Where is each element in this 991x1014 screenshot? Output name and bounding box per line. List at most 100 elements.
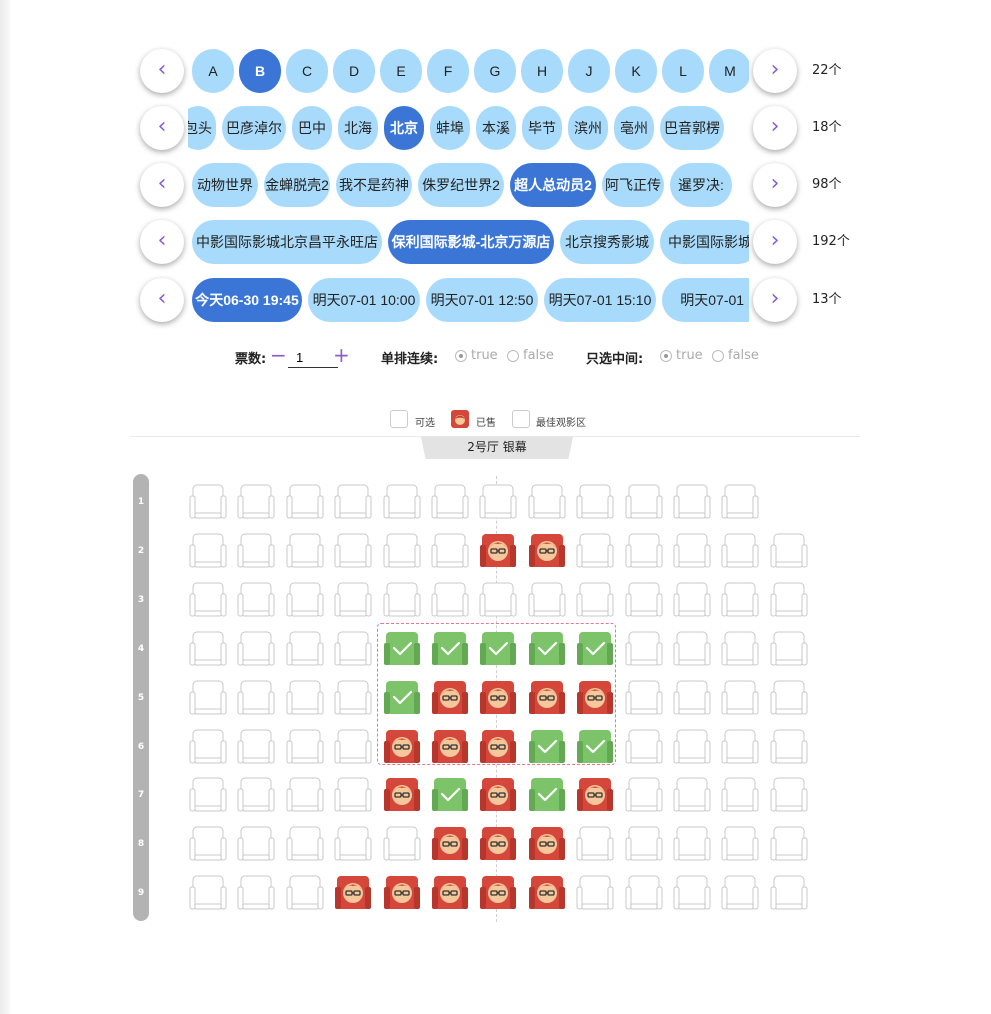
available-seat[interactable]: [625, 533, 663, 569]
showtime-option[interactable]: 明天07-01 1: [662, 278, 749, 322]
available-seat[interactable]: [237, 777, 275, 813]
chevron-left-icon[interactable]: ‹: [140, 106, 184, 150]
available-seat[interactable]: [479, 484, 517, 520]
letter-option[interactable]: F: [427, 49, 469, 93]
available-seat[interactable]: [673, 777, 711, 813]
selected-seat[interactable]: [528, 777, 566, 813]
showtime-option[interactable]: 明天07-01 10:00: [308, 278, 420, 322]
city-option[interactable]: 巴中: [292, 106, 332, 150]
available-seat[interactable]: [237, 484, 275, 520]
middle-false-radio[interactable]: [712, 350, 724, 362]
movie-option[interactable]: 金蝉脱壳2: [264, 163, 330, 207]
available-seat[interactable]: [625, 680, 663, 716]
cinema-option[interactable]: 北京搜秀影城: [560, 220, 654, 264]
chevron-left-icon[interactable]: ‹: [140, 163, 184, 207]
chevron-right-icon[interactable]: ›: [753, 106, 797, 150]
ticket-quantity-input[interactable]: [288, 347, 338, 368]
available-seat[interactable]: [237, 729, 275, 765]
available-seat[interactable]: [286, 533, 324, 569]
chevron-right-icon[interactable]: ›: [753, 163, 797, 207]
available-seat[interactable]: [625, 826, 663, 862]
cinema-option[interactable]: 保利国际影城-北京万源店: [388, 220, 554, 264]
city-option[interactable]: 巴彦淖尔: [222, 106, 286, 150]
letter-option[interactable]: K: [615, 49, 657, 93]
city-option[interactable]: 巴音郭楞: [660, 106, 724, 150]
available-seat[interactable]: [237, 533, 275, 569]
available-seat[interactable]: [673, 533, 711, 569]
available-seat[interactable]: [286, 582, 324, 618]
city-option[interactable]: 北京: [384, 106, 424, 150]
chevron-right-icon[interactable]: ›: [753, 220, 797, 264]
available-seat[interactable]: [334, 826, 372, 862]
available-seat[interactable]: [721, 826, 759, 862]
plus-icon[interactable]: +: [333, 344, 350, 366]
available-seat[interactable]: [673, 729, 711, 765]
available-seat[interactable]: [625, 582, 663, 618]
available-seat[interactable]: [673, 631, 711, 667]
chevron-left-icon[interactable]: ‹: [140, 278, 184, 322]
available-seat[interactable]: [721, 533, 759, 569]
available-seat[interactable]: [383, 533, 421, 569]
minus-icon[interactable]: −: [270, 344, 287, 366]
city-option[interactable]: 本溪: [476, 106, 516, 150]
showtime-option[interactable]: 明天07-01 12:50: [426, 278, 538, 322]
available-seat[interactable]: [528, 484, 566, 520]
available-seat[interactable]: [576, 484, 614, 520]
letter-option[interactable]: A: [192, 49, 234, 93]
available-seat[interactable]: [721, 631, 759, 667]
available-seat[interactable]: [721, 777, 759, 813]
available-seat[interactable]: [383, 826, 421, 862]
available-seat[interactable]: [479, 582, 517, 618]
available-seat[interactable]: [673, 826, 711, 862]
available-seat[interactable]: [286, 777, 324, 813]
available-seat[interactable]: [770, 875, 808, 911]
available-seat[interactable]: [625, 729, 663, 765]
available-seat[interactable]: [673, 875, 711, 911]
available-seat[interactable]: [189, 875, 227, 911]
letter-option[interactable]: J: [568, 49, 610, 93]
available-seat[interactable]: [576, 533, 614, 569]
letter-option[interactable]: D: [333, 49, 375, 93]
movie-option[interactable]: 超人总动员2: [510, 163, 596, 207]
available-seat[interactable]: [189, 582, 227, 618]
middle-false-text[interactable]: false: [728, 348, 759, 363]
letter-option[interactable]: G: [474, 49, 516, 93]
city-option[interactable]: 毕节: [522, 106, 562, 150]
available-seat[interactable]: [576, 826, 614, 862]
available-seat[interactable]: [770, 777, 808, 813]
middle-true-text[interactable]: true: [676, 348, 703, 363]
available-seat[interactable]: [189, 631, 227, 667]
available-seat[interactable]: [189, 533, 227, 569]
available-seat[interactable]: [334, 729, 372, 765]
available-seat[interactable]: [625, 777, 663, 813]
available-seat[interactable]: [673, 680, 711, 716]
available-seat[interactable]: [770, 582, 808, 618]
contiguous-false-radio[interactable]: [507, 350, 519, 362]
available-seat[interactable]: [286, 680, 324, 716]
chevron-left-icon[interactable]: ‹: [140, 220, 184, 264]
available-seat[interactable]: [286, 631, 324, 667]
movie-option[interactable]: 我不是药神: [336, 163, 412, 207]
city-option[interactable]: 滨州: [568, 106, 608, 150]
available-seat[interactable]: [528, 582, 566, 618]
available-seat[interactable]: [334, 680, 372, 716]
movie-option[interactable]: 侏罗纪世界2: [418, 163, 504, 207]
movie-option[interactable]: 动物世界: [192, 163, 258, 207]
available-seat[interactable]: [625, 875, 663, 911]
contiguous-false-text[interactable]: false: [523, 348, 554, 363]
available-seat[interactable]: [237, 680, 275, 716]
available-seat[interactable]: [770, 631, 808, 667]
movie-option[interactable]: 暹罗决:: [670, 163, 732, 207]
available-seat[interactable]: [286, 484, 324, 520]
available-seat[interactable]: [576, 582, 614, 618]
available-seat[interactable]: [189, 729, 227, 765]
chevron-right-icon[interactable]: ›: [753, 49, 797, 93]
available-seat[interactable]: [770, 729, 808, 765]
available-seat[interactable]: [237, 826, 275, 862]
available-seat[interactable]: [721, 582, 759, 618]
contiguous-true-radio[interactable]: [455, 350, 467, 362]
selected-seat[interactable]: [431, 777, 469, 813]
city-option[interactable]: 蚌埠: [430, 106, 470, 150]
available-seat[interactable]: [189, 777, 227, 813]
available-seat[interactable]: [237, 631, 275, 667]
